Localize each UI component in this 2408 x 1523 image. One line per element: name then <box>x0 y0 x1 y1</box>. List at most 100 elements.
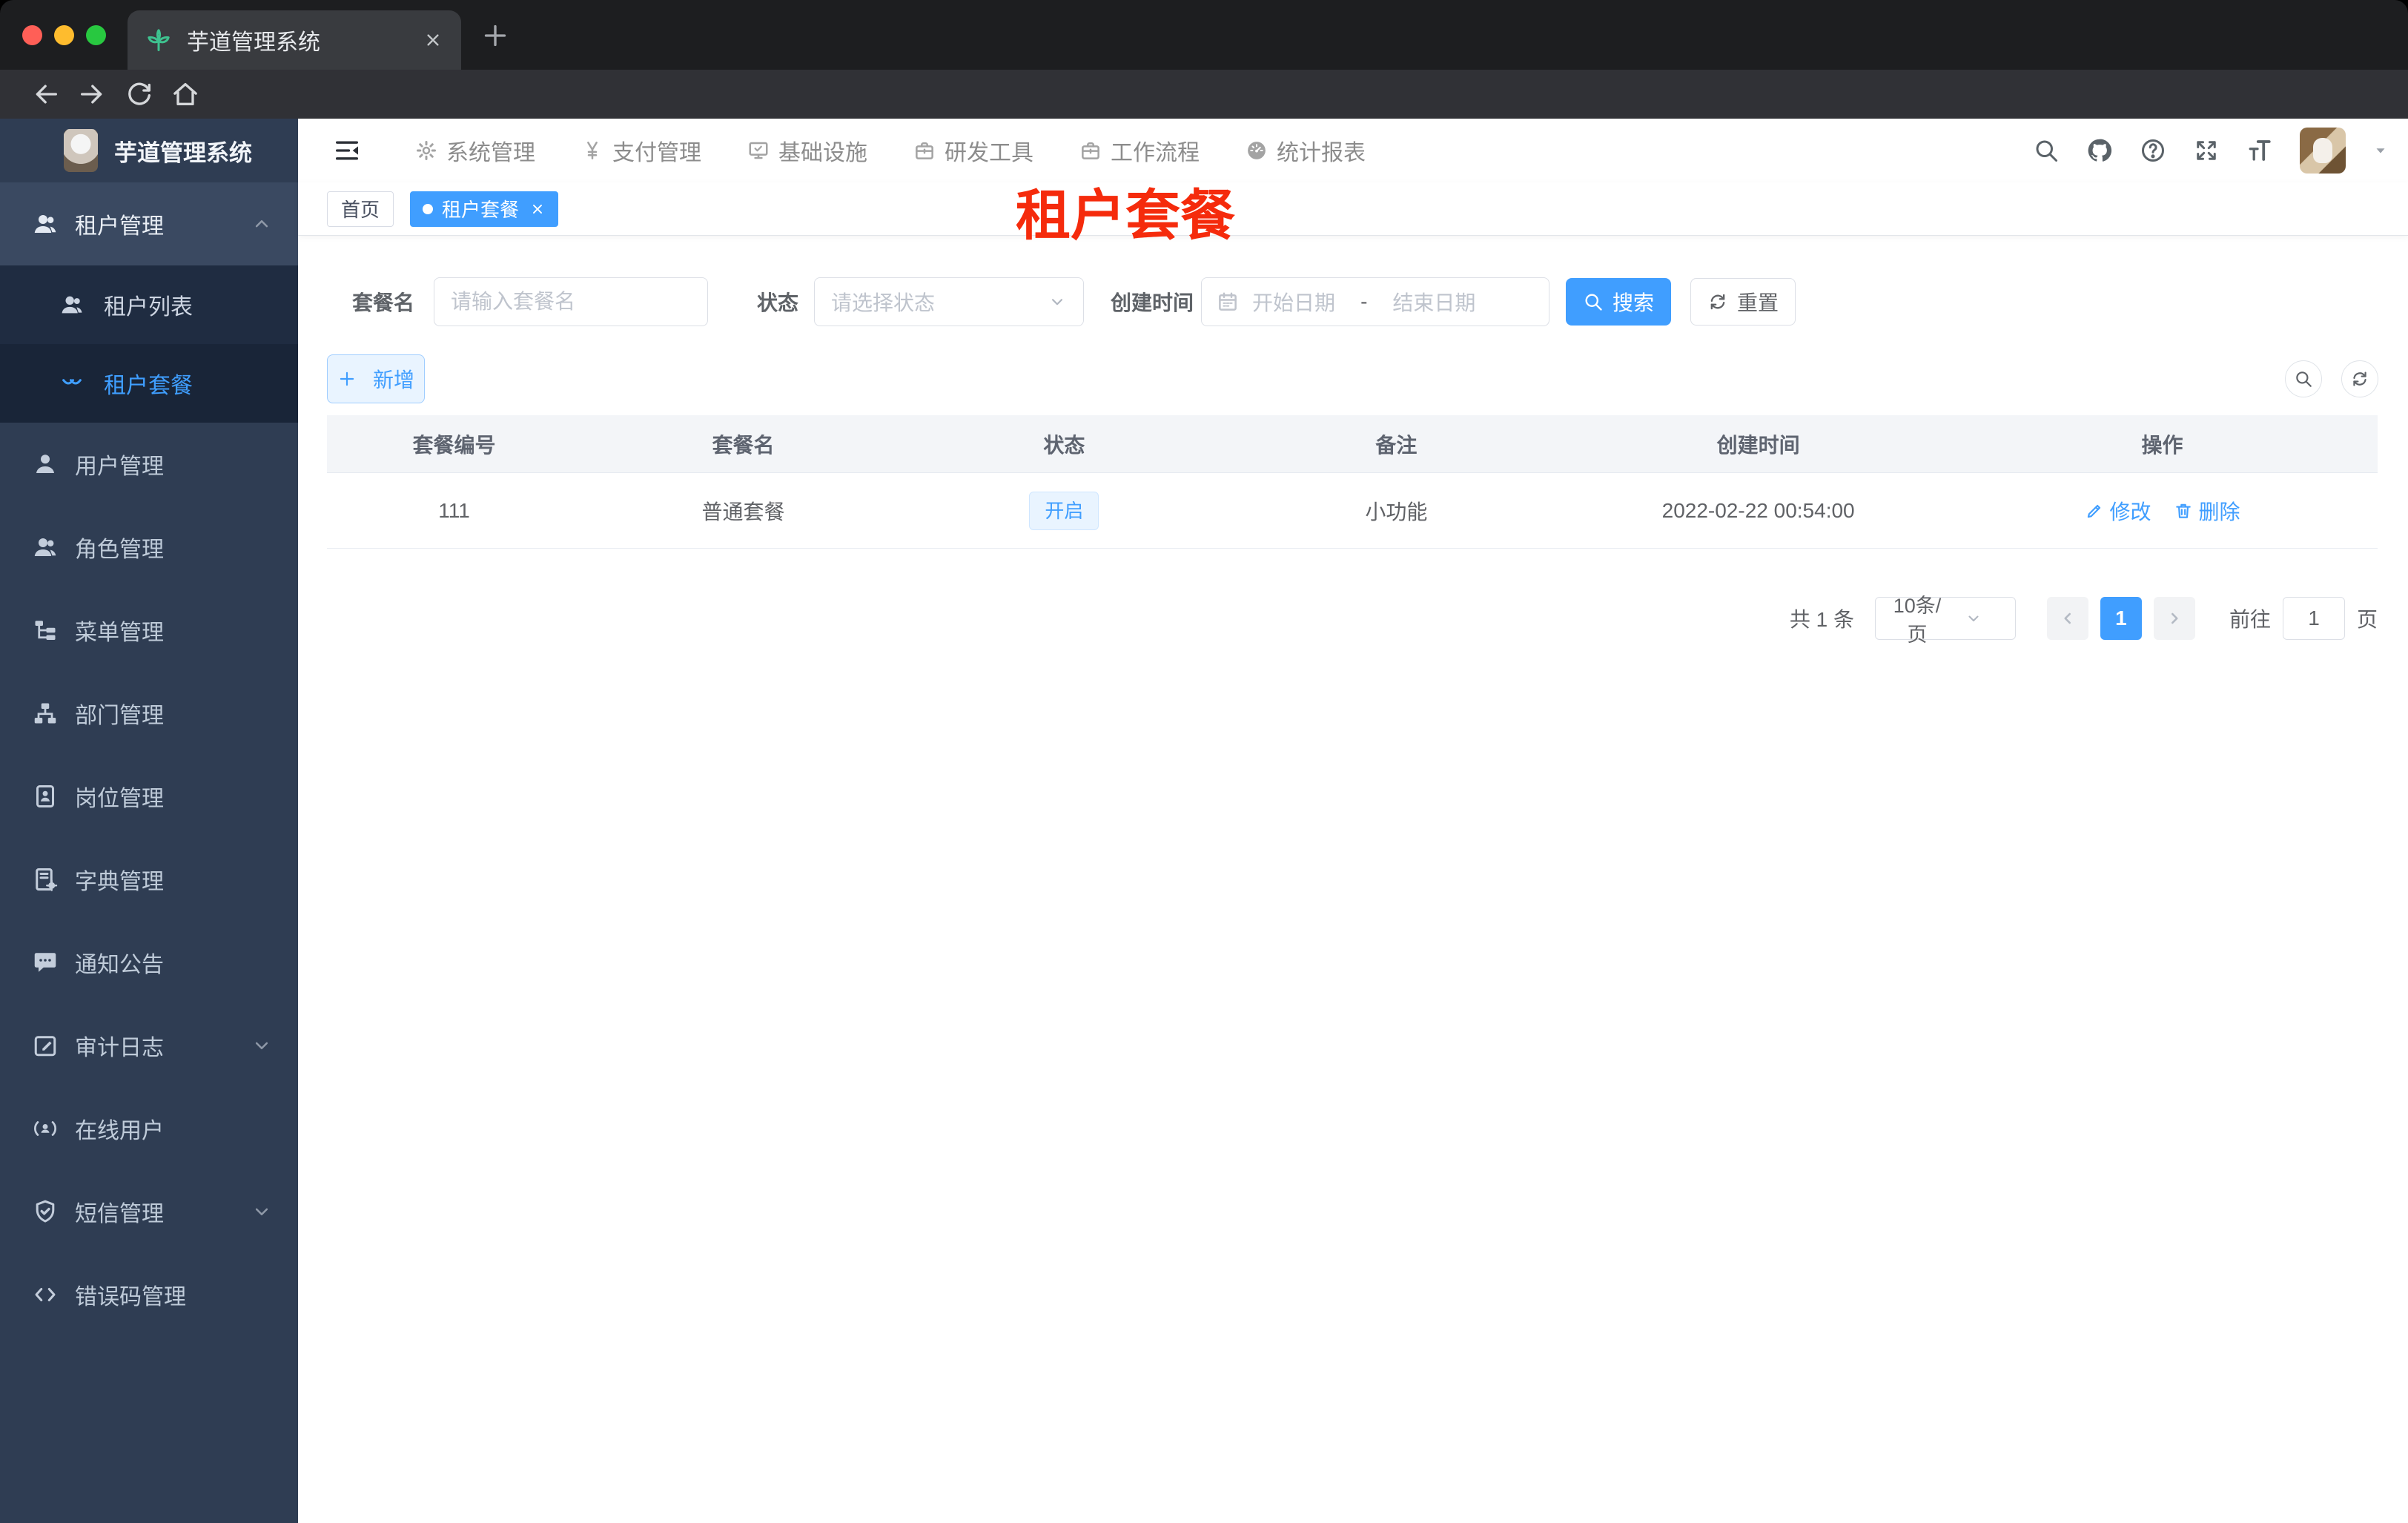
prev-page-button[interactable] <box>2046 597 2088 640</box>
search-button-label: 搜索 <box>1612 291 1655 314</box>
back-button[interactable] <box>31 79 61 109</box>
active-tag-dot <box>423 203 434 214</box>
sidebar-item-label: 岗位管理 <box>75 787 164 811</box>
sidebar-item-label: 租户管理 <box>75 214 164 239</box>
github-icon[interactable] <box>2086 137 2113 164</box>
close-window-button[interactable] <box>22 25 42 45</box>
search-icon <box>1583 291 1604 312</box>
avatar[interactable] <box>2300 128 2346 174</box>
add-button-label: 新增 <box>372 369 414 392</box>
create-time-label: 创建时间 <box>1111 291 1194 314</box>
package-name-input[interactable] <box>434 277 709 326</box>
search-button[interactable]: 搜索 <box>1566 278 1672 326</box>
tab-close-icon[interactable] <box>423 30 443 50</box>
sidebar-item-online-users[interactable]: 在线用户 <box>0 1087 298 1170</box>
font-size-icon[interactable] <box>2246 137 2273 164</box>
tag-tenant-package[interactable]: 租户套餐 <box>410 191 559 227</box>
monitor-icon <box>747 139 770 162</box>
sidebar-item-sms-management[interactable]: 短信管理 <box>0 1170 298 1253</box>
fullscreen-icon[interactable] <box>2193 137 2220 164</box>
sidebar-item-errorcode-management[interactable]: 错误码管理 <box>0 1253 298 1336</box>
goto-page-input[interactable] <box>2282 597 2345 640</box>
next-page-button[interactable] <box>2153 597 2195 640</box>
new-tab-button[interactable] <box>480 21 510 50</box>
table-refresh-button[interactable] <box>2341 360 2378 397</box>
date-start-placeholder: 开始日期 <box>1252 291 1336 314</box>
page-size-value: 10条/页 <box>1893 595 1942 646</box>
tab-dev-tools[interactable]: 研发工具 <box>913 134 1033 167</box>
column-header-actions: 操作 <box>2141 433 2183 457</box>
tag-home[interactable]: 首页 <box>327 191 394 227</box>
sidebar: 芋道管理系统 租户管理 租户列表 租户套餐 用户管理 角色管理 菜单管理 部门管… <box>0 119 298 1523</box>
cell-package-name: 普通套餐 <box>701 500 785 523</box>
sidebar-item-audit-log[interactable]: 审计日志 <box>0 1004 298 1087</box>
forward-button[interactable] <box>77 79 107 109</box>
page-number-button[interactable]: 1 <box>2100 597 2142 640</box>
user-icon <box>32 451 59 478</box>
browser-tab[interactable]: 芋道管理系统 <box>128 10 461 70</box>
refresh-icon <box>1707 291 1728 312</box>
window-controls <box>22 25 106 45</box>
users-icon <box>32 534 59 561</box>
page-size-select[interactable]: 10条/页 <box>1874 595 2016 646</box>
sidebar-collapse-button[interactable] <box>332 136 362 165</box>
tab-payment-management[interactable]: 支付管理 <box>581 134 701 167</box>
status-label: 状态 <box>757 291 799 314</box>
sidebar-item-tenant-package[interactable]: 租户套餐 <box>0 344 298 423</box>
sidebar-item-menu-management[interactable]: 菜单管理 <box>0 589 298 672</box>
sidebar-item-tenant-management[interactable]: 租户管理 <box>0 182 298 265</box>
sidebar-item-user-management[interactable]: 用户管理 <box>0 423 298 506</box>
calendar-icon <box>1217 291 1239 313</box>
create-time-range-picker[interactable]: 开始日期 - 结束日期 <box>1201 277 1550 326</box>
table-actions-row: 新增 <box>327 354 2378 403</box>
chevron-down-icon <box>251 1200 273 1223</box>
top-nav-label: 研发工具 <box>945 141 1033 165</box>
package-name-label: 套餐名 <box>352 291 415 314</box>
sidebar-item-notice[interactable]: 通知公告 <box>0 921 298 1004</box>
plus-icon <box>337 369 357 389</box>
table-search-toggle-button[interactable] <box>2285 360 2322 397</box>
edit-log-icon <box>32 1032 59 1059</box>
tag-label: 首页 <box>341 199 380 221</box>
search-icon[interactable] <box>2033 137 2060 164</box>
tab-system-management[interactable]: 系统管理 <box>415 134 535 167</box>
badge-icon <box>32 783 59 810</box>
sidebar-item-department-management[interactable]: 部门管理 <box>0 672 298 755</box>
sidebar-item-tenant-list[interactable]: 租户列表 <box>0 265 298 344</box>
date-end-placeholder: 结束日期 <box>1392 291 1476 314</box>
top-nav-label: 统计报表 <box>1277 141 1366 165</box>
chevron-down-icon <box>251 1034 273 1057</box>
reload-button[interactable] <box>125 79 154 109</box>
status-select[interactable]: 请选择状态 <box>814 277 1085 326</box>
tab-infrastructure[interactable]: 基础设施 <box>747 134 867 167</box>
top-nav-label: 系统管理 <box>446 141 535 165</box>
tab-workflow[interactable]: 工作流程 <box>1079 134 1200 167</box>
sidebar-item-label: 角色管理 <box>75 538 164 562</box>
help-icon[interactable] <box>2140 137 2166 164</box>
avatar-caret-icon[interactable] <box>2372 142 2389 159</box>
tag-close-icon[interactable] <box>529 201 546 217</box>
column-header-created: 创建时间 <box>1716 433 1800 457</box>
status-badge: 开启 <box>1029 491 1099 530</box>
briefcase-icon <box>913 139 936 162</box>
minimize-window-button[interactable] <box>54 25 74 45</box>
sidebar-item-role-management[interactable]: 角色管理 <box>0 506 298 589</box>
add-button[interactable]: 新增 <box>327 354 425 403</box>
dashboard-icon <box>1246 139 1268 162</box>
sidebar-item-label: 审计日志 <box>75 1036 164 1060</box>
sidebar-item-dict-management[interactable]: 字典管理 <box>0 838 298 921</box>
app-logo[interactable]: 芋道管理系统 <box>0 119 298 182</box>
tab-title: 芋道管理系统 <box>187 30 320 55</box>
sidebar-item-label: 通知公告 <box>75 953 164 977</box>
delete-link[interactable]: 删除 <box>2174 496 2240 526</box>
maximize-window-button[interactable] <box>86 25 106 45</box>
home-button[interactable] <box>171 79 200 109</box>
top-nav-label: 支付管理 <box>612 141 701 165</box>
tab-statistics-report[interactable]: 统计报表 <box>1246 134 1366 167</box>
browser-toolbar: 127.0.0.1:48080/admin-ui/system/tenant/p… <box>0 70 2408 186</box>
users-icon <box>32 211 59 237</box>
edit-link[interactable]: 修改 <box>2085 496 2151 526</box>
sidebar-item-post-management[interactable]: 岗位管理 <box>0 755 298 838</box>
users-icon <box>59 292 85 317</box>
reset-button[interactable]: 重置 <box>1690 278 1796 326</box>
